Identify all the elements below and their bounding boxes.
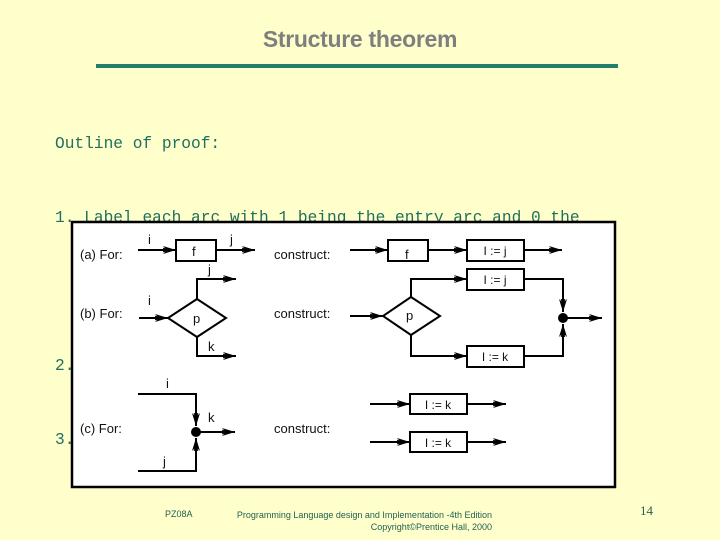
a-in-label: i — [148, 232, 151, 247]
cc-assign-bottom-label: I := k — [425, 436, 452, 450]
ac-assign-label: I := j — [483, 244, 506, 258]
row-a-construct-label: construct: — [274, 247, 330, 262]
bc-junction-dot — [558, 313, 568, 323]
cc-assign-top-label: I := k — [425, 398, 452, 412]
row-b-construct-label: construct: — [274, 306, 330, 321]
ac-node-label: f — [405, 247, 409, 262]
c-junction-dot — [191, 427, 201, 437]
a-f-box — [175, 239, 217, 262]
structure-theorem-figure: (a) For: (b) For: (c) For: construct: co… — [70, 220, 617, 489]
b-in-label: i — [148, 293, 151, 308]
footer-book-title: Programming Language design and Implemen… — [236, 510, 492, 520]
footer-copyright: Copyright©Prentice Hall, 2000 — [370, 522, 492, 532]
b-false-label: k — [208, 339, 215, 354]
c-bottom-in-label: j — [162, 454, 166, 469]
footer-citation: Programming Language design and Implemen… — [210, 509, 492, 533]
figure-frame — [70, 220, 617, 489]
row-c-label: (c) For: — [80, 421, 122, 436]
bc-node-label: p — [406, 308, 413, 323]
row-a-label: (a) For: — [80, 247, 123, 262]
a-node-label: f — [192, 244, 196, 259]
page-number: 14 — [640, 503, 653, 518]
footer-course-code: PZ08A — [165, 509, 193, 519]
c-out-label: k — [208, 410, 215, 425]
row-c-construct-label: construct: — [274, 421, 330, 436]
bc-assign-true-label: I := j — [483, 273, 506, 287]
b-node-label: p — [193, 311, 200, 326]
c-top-in-label: i — [166, 376, 169, 391]
row-b-label: (b) For: — [80, 306, 123, 321]
b-true-label: j — [207, 262, 211, 277]
a-out-label: j — [229, 232, 233, 247]
bc-assign-false-label: I := k — [482, 350, 509, 364]
